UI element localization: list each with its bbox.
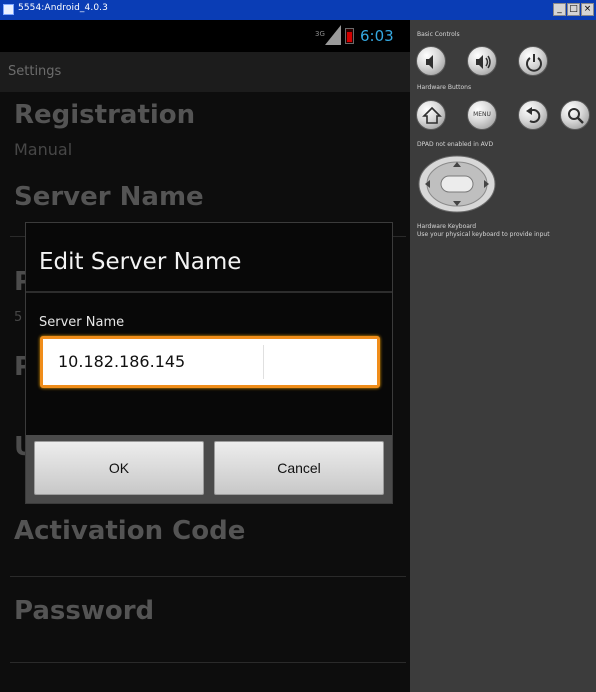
volume-down-icon [426,55,433,69]
close-button[interactable]: × [581,3,594,16]
window-app-icon [3,4,14,15]
battery-icon [345,28,354,44]
server-name-label: Server Name [39,315,125,330]
page-title: Settings [8,64,62,79]
pref-server-name-title[interactable]: Server Name [14,182,204,212]
network-type: 3G [315,30,325,38]
hardware-keyboard-hint: Use your physical keyboard to provide in… [417,231,550,238]
power-icon [526,54,542,72]
server-name-value: 10.182.186.145 [58,352,186,371]
menu-button[interactable]: MENU [467,100,497,130]
minimize-button[interactable]: _ [553,3,566,16]
pref-port-summary-peek: 5 [14,310,23,325]
text-cursor [263,345,264,379]
action-bar: Settings [0,52,410,92]
ok-button[interactable]: OK [34,441,204,495]
list-divider [10,662,406,663]
pref-registration-summary: Manual [14,140,73,159]
pref-activation-code-title[interactable]: Activation Code [14,516,245,546]
status-clock: 6:03 [360,27,394,45]
home-button[interactable] [416,100,446,130]
dialog-button-bar: OK Cancel [26,435,392,503]
volume-up-button[interactable] [467,46,497,76]
window-title: 5554:Android_4.0.3 [18,3,108,13]
power-button[interactable] [518,46,548,76]
dialog-title: Edit Server Name [39,249,242,275]
server-name-input[interactable]: 10.182.186.145 [40,336,380,388]
hardware-keyboard-heading: Hardware Keyboard [417,223,477,230]
home-icon [422,106,442,124]
back-button[interactable] [518,100,548,130]
edit-server-name-dialog: Edit Server Name Server Name 10.182.186.… [25,222,393,504]
dialog-title-divider [26,291,392,293]
menu-icon: MENU [473,111,491,118]
pref-registration-title[interactable]: Registration [14,100,195,130]
emulator-controls-panel: Basic Controls Hardware Buttons MENU DPA… [410,20,596,692]
hardware-buttons-heading: Hardware Buttons [417,84,472,91]
pref-password-title[interactable]: Password [14,596,154,626]
emulator-window: 5554:Android_4.0.3 _ □ × 3G 6:03 Setting… [0,0,596,692]
list-divider [10,576,406,577]
basic-controls-heading: Basic Controls [417,31,460,38]
status-bar: 3G 6:03 [0,20,410,52]
dpad-note: DPAD not enabled in AVD [417,141,494,148]
cancel-button[interactable]: Cancel [214,441,384,495]
signal-icon [325,25,341,45]
search-icon [568,108,584,124]
volume-up-icon [476,55,491,69]
volume-down-button[interactable] [416,46,446,76]
search-button[interactable] [560,100,590,130]
window-title-bar: 5554:Android_4.0.3 _ □ × [0,0,596,20]
maximize-button[interactable]: □ [567,3,580,16]
dpad-icon[interactable] [417,154,497,214]
back-icon [526,107,541,123]
